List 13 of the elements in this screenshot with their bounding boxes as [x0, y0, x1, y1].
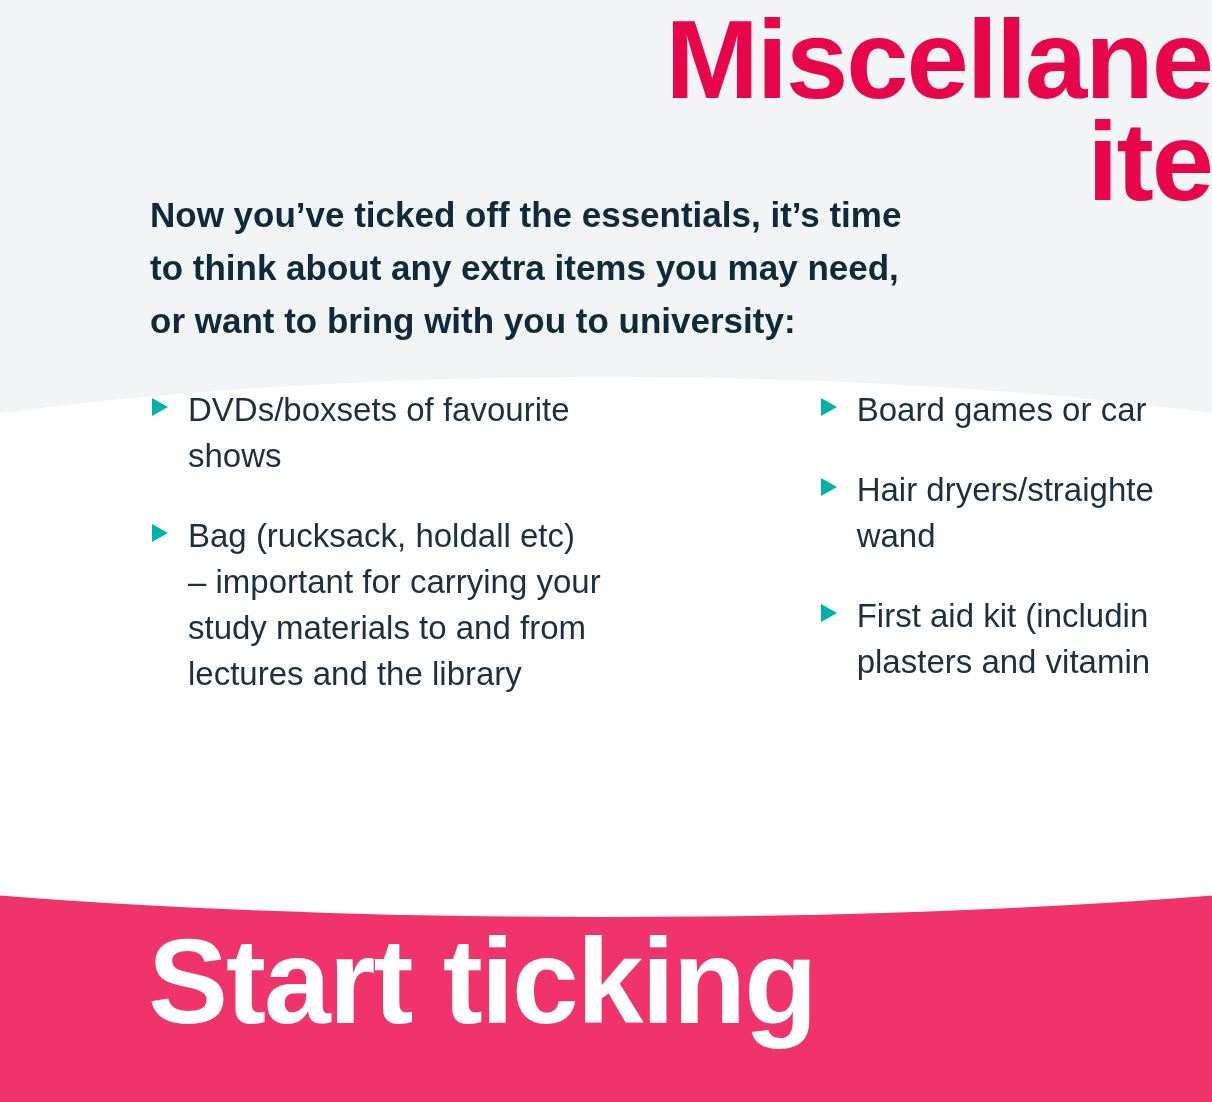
- triangle-bullet-icon: [150, 523, 170, 544]
- list-item: DVDs/boxsets of favourite shows: [188, 390, 570, 477]
- intro-paragraph: Now you’ve ticked off the essentials, it’s time to think about any extra items you may need, or want to bring with you to university:: [150, 194, 903, 343]
- triangle-bullet-icon: [818, 477, 839, 498]
- triangle-bullet-icon: [818, 603, 839, 624]
- triangle-bullet-icon: [818, 397, 839, 418]
- triangle-bullet-icon: [150, 397, 170, 418]
- page-heading: ite: [1087, 99, 1212, 227]
- list-item: Hair dryers/straighte wand: [856, 470, 1154, 557]
- section-heading: Start ticking: [148, 913, 816, 1051]
- list-item: First aid kit (includin plasters and vitamin: [856, 596, 1151, 683]
- list-item: Bag (rucksack, holdall etc) – important for carrying your study materials to and from lectures and the library: [188, 516, 601, 695]
- list-item: Board games or car: [856, 390, 1147, 431]
